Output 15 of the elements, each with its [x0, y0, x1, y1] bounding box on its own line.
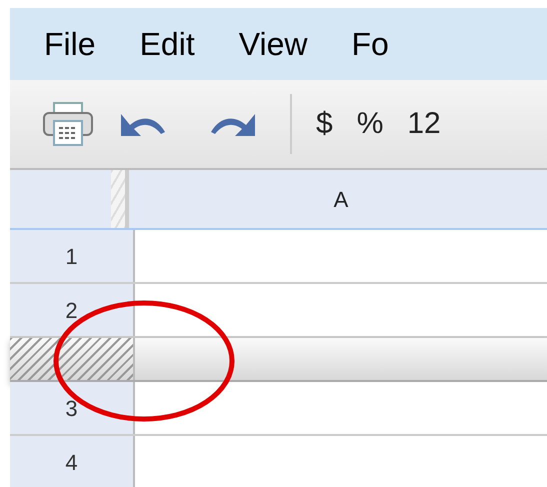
format-button[interactable]: %	[344, 99, 396, 149]
format-button[interactable]: $	[304, 99, 345, 149]
freeze-handle[interactable]	[111, 170, 129, 228]
menu-item[interactable]: Edit	[140, 28, 195, 60]
menu-item[interactable]: View	[238, 28, 308, 60]
row-header[interactable]: 1	[10, 230, 135, 282]
menu-item[interactable]: File	[44, 28, 96, 60]
row-header[interactable]: 2	[10, 284, 135, 336]
freeze-bar[interactable]	[10, 338, 547, 382]
column-header[interactable]: A	[135, 170, 547, 228]
menu-item[interactable]: Fo	[351, 28, 389, 60]
format-button[interactable]: 12	[395, 99, 453, 149]
row-header[interactable]: 3	[10, 382, 135, 434]
printer-icon	[42, 101, 94, 147]
row-header[interactable]: 4	[10, 436, 135, 487]
